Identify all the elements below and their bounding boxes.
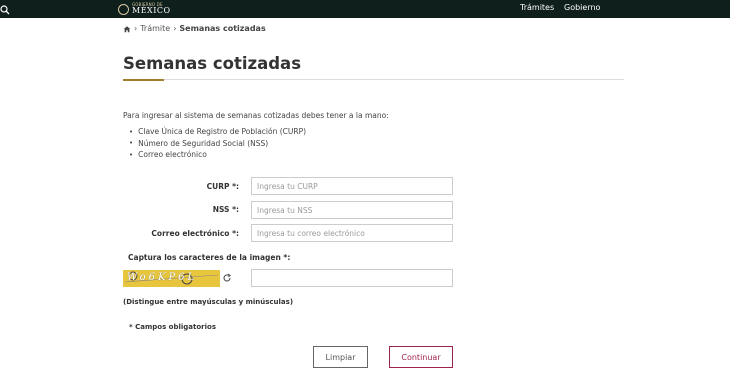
captcha-image: Wo6KP6L (123, 270, 220, 287)
captcha-input[interactable] (251, 269, 453, 287)
home-icon[interactable] (123, 25, 131, 33)
captcha-text: Wo6KP6L (127, 272, 198, 283)
breadcrumb-separator: › (173, 24, 177, 33)
breadcrumb-item-tramite[interactable]: Trámite (140, 24, 170, 33)
breadcrumb-item-current: Semanas cotizadas (179, 24, 266, 33)
title-accent-rule (123, 79, 164, 81)
list-item: Número de Seguridad Social (NSS) (129, 138, 306, 150)
curp-input[interactable] (251, 177, 453, 195)
top-navbar: GOBIERNO DE MÉXICO Trámites Gobierno (0, 0, 730, 18)
email-input[interactable] (251, 224, 453, 242)
clear-button[interactable]: Limpiar (313, 346, 368, 368)
search-icon[interactable] (0, 5, 10, 15)
case-sensitivity-note: (Distingue entre mayúsculas y minúsculas… (123, 298, 294, 306)
nav-link-tramites[interactable]: Trámites (520, 3, 554, 12)
captcha-label: Captura los caracteres de la imagen *: (128, 253, 291, 262)
nss-input[interactable] (251, 201, 453, 219)
curp-label: CURP *: (206, 182, 239, 191)
intro-text: Para ingresar al sistema de semanas coti… (123, 111, 389, 120)
gobierno-mexico-logo[interactable]: GOBIERNO DE MÉXICO (118, 1, 171, 17)
nss-label: NSS *: (212, 205, 239, 214)
requirements-list: Clave Única de Registro de Población (CU… (129, 126, 306, 161)
logo-big-text: MÉXICO (132, 6, 171, 15)
required-fields-note: * Campos obligatorios (129, 323, 217, 331)
list-item: Clave Única de Registro de Población (CU… (129, 126, 306, 138)
breadcrumb: › Trámite › Semanas cotizadas (123, 24, 266, 33)
seal-icon (118, 3, 129, 15)
title-divider (164, 79, 624, 80)
continue-button[interactable]: Continuar (389, 346, 453, 368)
page-title: Semanas cotizadas (123, 54, 302, 73)
nav-link-gobierno[interactable]: Gobierno (564, 3, 600, 12)
breadcrumb-separator: › (134, 24, 138, 33)
email-label: Correo electrónico *: (151, 229, 239, 238)
refresh-icon[interactable] (222, 273, 232, 283)
list-item: Correo electrónico (129, 149, 306, 161)
